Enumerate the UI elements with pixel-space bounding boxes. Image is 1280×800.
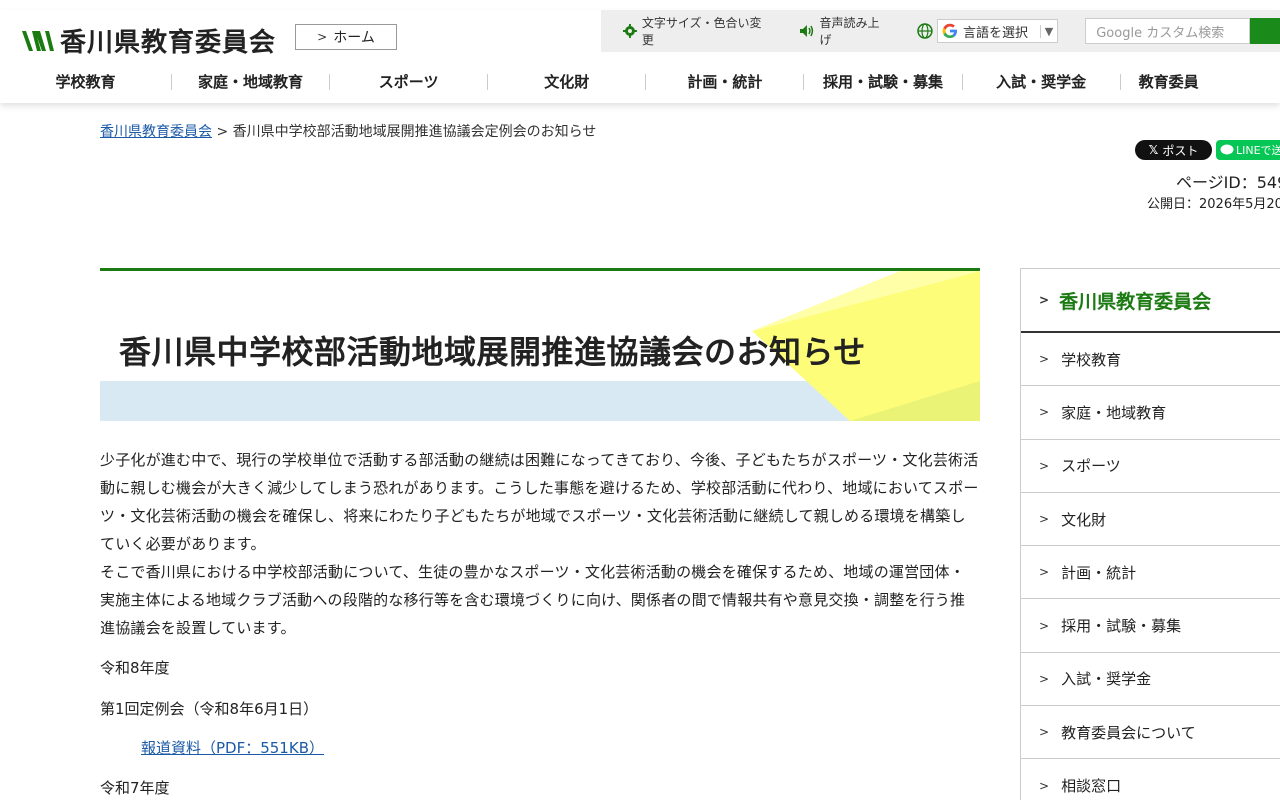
speaker-icon [799, 25, 813, 37]
sidebar-item-label: 文化財 [1061, 510, 1107, 529]
google-g-icon [942, 23, 957, 38]
sidebar-item-label: 入試・奨学金 [1061, 670, 1152, 689]
sidebar-item-cultural-assets[interactable]: > 文化財 [1021, 493, 1280, 547]
logo-mark-icon [22, 30, 54, 51]
globe-icon [917, 23, 933, 39]
year-heading-r7: 令和7年度 [100, 779, 170, 797]
intro-paragraph-2: そこで香川県における中学校部活動について、生徒の豊かなスポーツ・文化芸術活動の機… [100, 563, 966, 637]
gnav-item-cultural-assets[interactable]: 文化財 [488, 74, 647, 90]
sidebar-head-label: 香川県教育委員会 [1059, 290, 1212, 313]
sidebar-item-plans-stats[interactable]: > 計画・統計 [1021, 546, 1280, 600]
sidebar-item-recruitment[interactable]: > 採用・試験・募集 [1021, 599, 1280, 653]
gear-icon [623, 24, 637, 38]
sidebar-item-family-community[interactable]: > 家庭・地域教育 [1021, 386, 1280, 440]
sidebar-head[interactable]: > 香川県教育委員会 [1021, 269, 1280, 333]
site-logo[interactable]: 香川県教育委員会 [20, 22, 276, 59]
utility-bar: 文字サイズ・色合い変更 音声読み上げ 言語を選択 ▼ Google カスタム検索 [601, 10, 1280, 52]
sidebar-item-sports[interactable]: > スポーツ [1021, 440, 1280, 493]
breadcrumb: 香川県教育委員会 > 香川県中学校部活動地域展開推進協議会定例会のお知らせ [100, 121, 596, 141]
page-id: ページID：549 [1176, 173, 1280, 192]
chevron-right-icon: > [1039, 671, 1050, 686]
voice-reader-link[interactable]: 音声読み上げ [799, 14, 891, 48]
line-share-button[interactable]: LINEで送 [1216, 140, 1280, 160]
voice-label: 音声読み上げ [819, 16, 880, 47]
page-title-box: 香川県中学校部活動地域展開推進協議会のお知らせ [100, 268, 980, 421]
sidebar-item-school-education[interactable]: > 学校教育 [1021, 333, 1280, 387]
search-button[interactable] [1250, 18, 1280, 44]
gnav-item-plans-stats[interactable]: 計画・統計 [646, 74, 805, 90]
page-title: 香川県中学校部活動地域展開推進協議会のお知らせ [119, 333, 866, 371]
chevron-right-icon: > [317, 30, 328, 44]
breadcrumb-current: 香川県中学校部活動地域展開推進協議会定例会のお知らせ [232, 124, 597, 140]
breadcrumb-separator: > [212, 124, 233, 140]
chevron-right-icon: > [1039, 458, 1050, 473]
chevron-right-icon: > [1039, 352, 1050, 367]
sidebar-item-about-board[interactable]: > 教育委員会について [1021, 706, 1280, 760]
main-content: 少子化が進む中で、現行の学校単位で活動する部活動の継続は困難になってきており、今… [100, 446, 980, 800]
sidebar-item-label: 教育委員会について [1061, 723, 1196, 742]
x-post-label: ポスト [1162, 143, 1199, 158]
x-logo-icon: 𝕏 [1148, 143, 1159, 157]
sidebar-item-label: 採用・試験・募集 [1061, 617, 1182, 636]
chevron-right-icon: > [1039, 293, 1050, 307]
chevron-right-icon: > [1039, 512, 1050, 527]
font-color-setting-link[interactable]: 文字サイズ・色合い変更 [623, 14, 773, 48]
intro-paragraph-1: 少子化が進む中で、現行の学校単位で活動する部活動の継続は困難になってきており、今… [100, 451, 979, 553]
gnav-item-family-community[interactable]: 家庭・地域教育 [172, 74, 331, 90]
chevron-right-icon: > [1039, 618, 1050, 633]
sidebar-item-label: 学校教育 [1061, 350, 1122, 369]
sidebar-item-label: スポーツ [1061, 457, 1121, 476]
sidebar-item-consultation[interactable]: > 相談窓口 [1021, 759, 1280, 800]
gnav-item-entrance-scholarship[interactable]: 入試・奨学金 [963, 74, 1121, 90]
sidebar-item-label: 計画・統計 [1061, 563, 1137, 582]
sidebar-item-label: 家庭・地域教育 [1061, 403, 1167, 422]
dropdown-arrow-icon: ▼ [1039, 24, 1053, 38]
press-release-pdf-link[interactable]: 報道資料（PDF：551KB） [141, 734, 980, 762]
font-color-label: 文字サイズ・色合い変更 [641, 16, 762, 47]
year-heading-r8: 令和8年度 [100, 659, 170, 677]
chevron-right-icon: > [1039, 778, 1050, 793]
search-input[interactable]: Google カスタム検索 [1085, 18, 1251, 44]
gnav-item-board[interactable]: 教育委員 [1121, 74, 1280, 90]
published-date: 公開日：2026年5月20 [1147, 197, 1280, 212]
site-name: 香川県教育委員会 [60, 28, 277, 58]
x-post-button[interactable]: 𝕏 ポスト [1135, 140, 1212, 160]
gnav-item-school-education[interactable]: 学校教育 [0, 74, 172, 90]
home-label: ホーム [333, 30, 375, 46]
chevron-right-icon: > [1039, 565, 1050, 580]
site-header: 香川県教育委員会 > ホーム 文字サイズ・色合い変更 音声読み上げ 言語を選択 … [0, 10, 1280, 103]
global-nav: 学校教育 家庭・地域教育 スポーツ 文化財 計画・統計 採用・試験・募集 入試・… [0, 68, 1280, 96]
sidebar: > 香川県教育委員会 > 学校教育 > 家庭・地域教育 > スポーツ > 文化財 > 計画… [1020, 268, 1280, 800]
breadcrumb-home-link[interactable]: 香川県教育委員会 [100, 124, 212, 140]
meeting-heading-1: 第1回定例会（令和8年6月1日） [100, 700, 319, 718]
sidebar-item-label: 相談窓口 [1061, 777, 1122, 796]
language-label: 言語を選択 [962, 25, 1028, 41]
chevron-right-icon: > [1039, 405, 1050, 420]
line-share-label: LINEで送 [1236, 144, 1280, 157]
sidebar-item-entrance-scholarship[interactable]: > 入試・奨学金 [1021, 653, 1280, 707]
chevron-right-icon: > [1039, 725, 1050, 740]
gnav-item-sports[interactable]: スポーツ [330, 74, 489, 90]
language-select[interactable]: 言語を選択 ▼ [936, 19, 1059, 43]
line-logo-icon [1220, 144, 1234, 155]
gnav-item-recruitment[interactable]: 採用・試験・募集 [804, 74, 963, 90]
home-button[interactable]: > ホーム [295, 24, 397, 50]
